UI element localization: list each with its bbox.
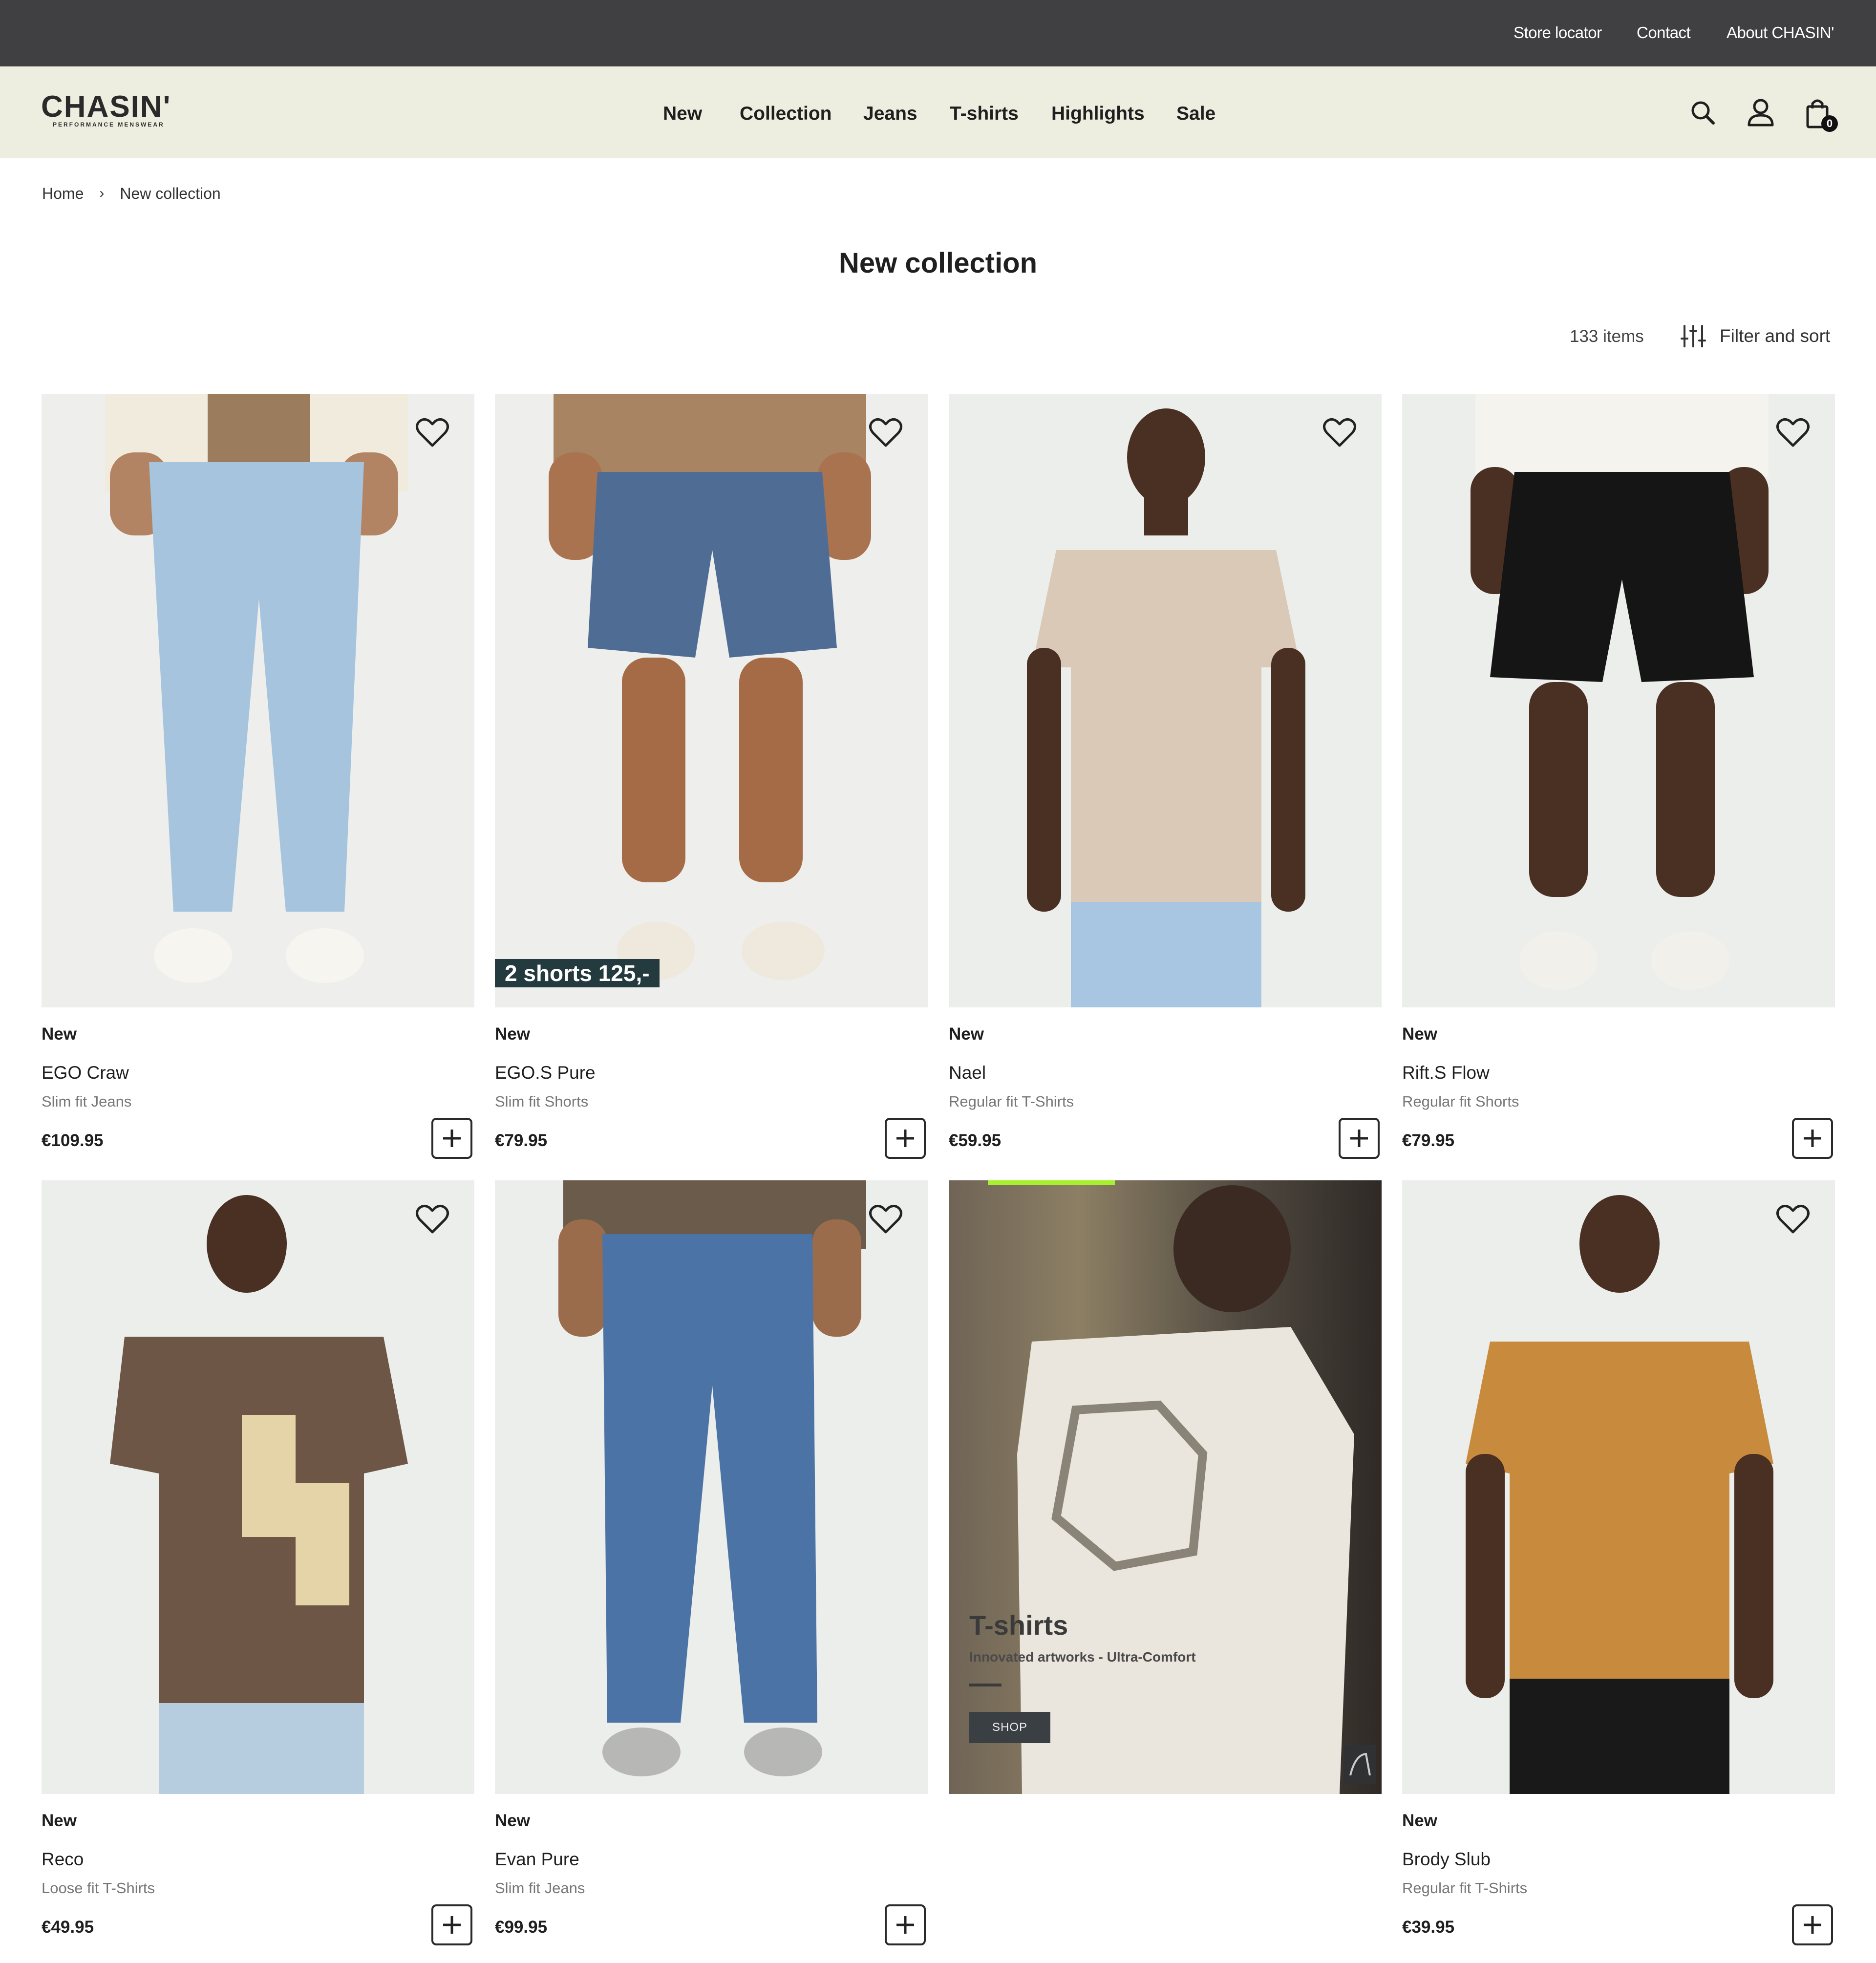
product-price: €39.95 [1402, 1918, 1455, 1937]
nav-sale[interactable]: Sale [1176, 103, 1215, 125]
plus-icon [896, 1916, 914, 1934]
utility-bar: Store locator Contact About CHASIN' [0, 0, 1876, 66]
plus-icon [896, 1130, 914, 1147]
product-name[interactable]: Evan Pure [495, 1848, 579, 1871]
user-icon[interactable] [1745, 96, 1776, 131]
product-fit: Regular fit T-Shirts [1402, 1879, 1528, 1897]
product-price: €59.95 [949, 1131, 1002, 1150]
heart-icon[interactable] [1775, 1203, 1811, 1235]
filter-and-sort-label: Filter and sort [1720, 326, 1831, 346]
plus-icon [1804, 1130, 1821, 1147]
product-name[interactable]: Brody Slub [1402, 1848, 1491, 1871]
promo-label: 2 shorts 125,- [495, 959, 660, 987]
add-to-cart-button[interactable] [1339, 1118, 1380, 1159]
add-to-cart-button[interactable] [431, 1118, 472, 1159]
shop-button[interactable]: SHOP [969, 1712, 1050, 1743]
breadcrumb-current: New collection [120, 185, 221, 202]
product-fit: Slim fit Shorts [495, 1093, 589, 1110]
search-icon[interactable] [1688, 96, 1719, 131]
product-image[interactable] [1402, 1180, 1835, 1794]
product-fit: Loose fit T-Shirts [42, 1879, 155, 1897]
about-link[interactable]: About CHASIN' [1727, 23, 1834, 42]
add-to-cart-button[interactable] [885, 1904, 926, 1945]
product-name[interactable]: Nael [949, 1062, 986, 1084]
heart-icon[interactable] [1775, 416, 1811, 448]
product-fit: Regular fit Shorts [1402, 1093, 1519, 1110]
heart-icon[interactable] [868, 1203, 903, 1235]
product-image[interactable] [1402, 394, 1835, 1007]
logo-tagline: PERFORMANCE MENSWEAR [53, 121, 165, 128]
page-title: New collection [838, 247, 1038, 279]
product-image[interactable] [949, 394, 1382, 1007]
sliders-icon [1681, 325, 1706, 347]
main-header [0, 66, 1876, 158]
product-image[interactable] [495, 394, 928, 1007]
brand-mark-icon [1344, 1745, 1376, 1784]
new-badge: New [1402, 1811, 1437, 1830]
heart-icon[interactable] [1322, 416, 1357, 448]
breadcrumb: Home › New collection [42, 184, 221, 203]
heart-icon[interactable] [415, 1203, 450, 1235]
new-badge: New [42, 1024, 77, 1044]
product-name[interactable]: Rift.S Flow [1402, 1062, 1490, 1084]
nav-highlights[interactable]: Highlights [1051, 103, 1145, 125]
product-fit: Slim fit Jeans [495, 1879, 585, 1897]
cart-count-badge: 0 [1821, 115, 1838, 132]
items-count: 133 items [1570, 327, 1644, 346]
product-image[interactable] [495, 1180, 928, 1794]
banner-subtitle: Innovated artworks - Ultra-Comfort [969, 1649, 1196, 1664]
product-price: €79.95 [1402, 1131, 1455, 1150]
contact-link[interactable]: Contact [1637, 23, 1691, 42]
add-to-cart-button[interactable] [1792, 1118, 1833, 1159]
product-image[interactable] [42, 1180, 474, 1794]
product-price: €49.95 [42, 1918, 94, 1937]
new-badge: New [495, 1024, 530, 1044]
filter-and-sort-button[interactable]: Filter and sort [1681, 322, 1830, 350]
add-to-cart-button[interactable] [885, 1118, 926, 1159]
heart-icon[interactable] [415, 416, 450, 448]
store-locator-link[interactable]: Store locator [1514, 23, 1602, 42]
chevron-right-icon: › [99, 185, 105, 201]
new-badge: New [495, 1811, 530, 1830]
plus-icon [1350, 1130, 1368, 1147]
logo-text: CHASIN' [41, 90, 171, 124]
new-badge: New [949, 1024, 984, 1044]
add-to-cart-button[interactable] [431, 1904, 472, 1945]
product-price: €109.95 [42, 1131, 104, 1150]
product-fit: Regular fit T-Shirts [949, 1093, 1074, 1110]
plus-icon [443, 1916, 461, 1934]
product-name[interactable]: EGO.S Pure [495, 1062, 596, 1084]
nav-collection[interactable]: Collection [740, 103, 832, 125]
new-badge: New [42, 1811, 77, 1830]
banner-title: T-shirts [969, 1610, 1068, 1641]
plus-icon [1804, 1916, 1821, 1934]
product-name[interactable]: EGO Craw [42, 1062, 129, 1084]
nav-t-shirts[interactable]: T-shirts [950, 103, 1019, 125]
breadcrumb-home[interactable]: Home [42, 184, 84, 203]
plus-icon [443, 1130, 461, 1147]
product-price: €79.95 [495, 1131, 548, 1150]
product-name[interactable]: Reco [42, 1848, 84, 1871]
nav-new[interactable]: New [663, 103, 702, 125]
t-shirts-promo-banner[interactable]: T-shirts Innovated artworks - Ultra-Comf… [949, 1180, 1382, 1794]
product-fit: Slim fit Jeans [42, 1093, 132, 1110]
add-to-cart-button[interactable] [1792, 1904, 1833, 1945]
banner-divider [969, 1684, 1002, 1686]
logo[interactable]: CHASIN' PERFORMANCE MENSWEAR [41, 91, 183, 130]
heart-icon[interactable] [868, 416, 903, 448]
product-price: €99.95 [495, 1918, 548, 1937]
product-image[interactable] [42, 394, 474, 1007]
new-badge: New [1402, 1024, 1437, 1044]
nav-jeans[interactable]: Jeans [863, 103, 917, 125]
